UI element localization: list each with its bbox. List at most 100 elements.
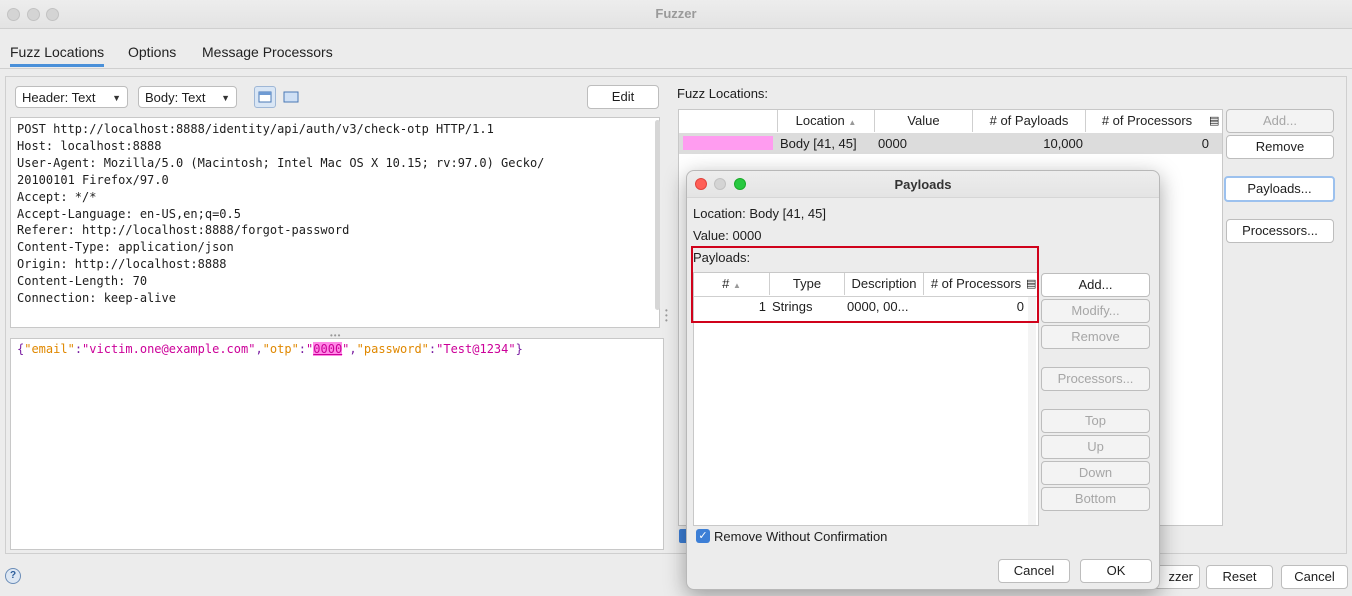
column-header-value[interactable]: Value <box>875 110 973 132</box>
column-menu-icon[interactable]: ▤ <box>1026 277 1036 290</box>
add-payload-button[interactable]: Add... <box>1041 273 1150 297</box>
payloads-label: Payloads: <box>693 250 751 265</box>
header-combo-label: Header: Text <box>22 90 96 105</box>
json-colon: : <box>74 342 83 356</box>
remove-without-confirmation-label: Remove Without Confirmation <box>714 529 888 544</box>
tab-options[interactable]: Options <box>128 44 176 60</box>
request-line: 20100101 Firefox/97.0 <box>17 172 169 187</box>
request-header-editor[interactable]: POST http://localhost:8888/identity/api/… <box>10 117 660 328</box>
json-brace: } <box>515 342 523 356</box>
dialog-title-bar: Payloads <box>687 171 1159 198</box>
payloads-button[interactable]: Payloads... <box>1224 176 1335 202</box>
table-row[interactable]: Body [41, 45] 0000 10,000 0 <box>679 133 1222 154</box>
fuzz-location-highlight[interactable]: 0000 <box>313 342 343 356</box>
location-value: Body [41, 45] <box>749 206 827 221</box>
dialog-title: Payloads <box>894 177 952 192</box>
move-down-button[interactable]: Down <box>1041 461 1150 485</box>
tab-fuzz-locations[interactable]: Fuzz Locations <box>10 44 105 67</box>
json-key: "otp" <box>262 342 299 356</box>
vertical-splitter-handle[interactable]: • • • <box>665 307 668 325</box>
json-colon: : <box>298 342 307 356</box>
fuzz-locations-label: Fuzz Locations: <box>677 86 769 101</box>
remove-payload-button[interactable]: Remove <box>1041 325 1150 349</box>
reset-button[interactable]: Reset <box>1206 565 1273 589</box>
dialog-cancel-button[interactable]: Cancel <box>998 559 1070 583</box>
column-header-type[interactable]: Type <box>770 273 845 295</box>
location-label: Location: <box>693 206 746 221</box>
json-comma: , <box>255 342 263 356</box>
table-header: Location ▲ Value # of Payloads # of Proc… <box>679 110 1222 134</box>
cell-number: 1 <box>758 299 766 314</box>
request-line: Content-Length: 70 <box>17 274 148 289</box>
column-menu-icon[interactable]: ▤ <box>1209 114 1219 127</box>
sort-asc-icon: ▲ <box>732 281 741 290</box>
chevron-down-icon: ▼ <box>221 93 230 103</box>
chevron-down-icon: ▼ <box>112 93 121 103</box>
request-line: Referer: http://localhost:8888/forgot-pa… <box>17 223 350 238</box>
column-header-number[interactable]: # ▲ <box>694 273 770 295</box>
table-row[interactable]: 1 Strings 0000, 00... 0 <box>694 296 1038 318</box>
json-value: "Test@1234" <box>436 342 516 356</box>
dialog-ok-button[interactable]: OK <box>1080 559 1152 583</box>
scrollbar[interactable] <box>1028 297 1036 525</box>
column-header-payloads[interactable]: # of Payloads <box>973 110 1086 132</box>
request-line: User-Agent: Mozilla/5.0 (Macintosh; Inte… <box>17 155 545 170</box>
scrollbar[interactable] <box>655 120 660 310</box>
window-title: Fuzzer <box>655 6 697 21</box>
edit-button[interactable]: Edit <box>587 85 659 109</box>
location-processors-button[interactable]: Processors... <box>1226 219 1334 243</box>
json-value: "victim.one@example.com" <box>82 342 256 356</box>
split-horizontal-icon <box>283 91 299 103</box>
remove-without-confirmation-checkbox[interactable]: ✓ <box>696 529 710 543</box>
request-line: POST http://localhost:8888/identity/api/… <box>17 122 494 136</box>
column-header-blank <box>679 110 778 132</box>
cell-processors: 0 <box>1016 299 1024 314</box>
request-line: Accept-Language: en-US,en;q=0.5 <box>17 206 241 221</box>
cell-payloads: 10,000 <box>1043 136 1083 151</box>
column-header-processors[interactable]: # of Processors <box>924 273 1028 295</box>
help-icon[interactable]: ? <box>5 568 21 584</box>
payloads-table[interactable]: # ▲ Type Description # of Processors ▤ 1… <box>693 272 1039 526</box>
location-row: Location: Body [41, 45] <box>693 206 826 221</box>
cancel-button[interactable]: Cancel <box>1281 565 1348 589</box>
body-view-combo[interactable]: Body: Text ▼ <box>138 86 237 108</box>
request-line: Host: localhost:8888 <box>17 138 162 153</box>
request-line: Connection: keep-alive <box>17 291 176 306</box>
request-line: Accept: */* <box>17 189 97 204</box>
cell-type: Strings <box>772 299 813 314</box>
header-view-combo[interactable]: Header: Text ▼ <box>15 86 128 108</box>
move-bottom-button[interactable]: Bottom <box>1041 487 1150 511</box>
cell-processors: 0 <box>1201 136 1209 151</box>
remove-location-button[interactable]: Remove <box>1226 135 1334 159</box>
body-combo-label: Body: Text <box>145 90 206 105</box>
json-key: "password" <box>356 342 429 356</box>
json-comma: , <box>349 342 357 356</box>
move-up-button[interactable]: Up <box>1041 435 1150 459</box>
location-color-swatch <box>683 136 773 150</box>
request-line: Origin: http://localhost:8888 <box>17 257 227 272</box>
tab-message-processors[interactable]: Message Processors <box>202 44 333 60</box>
column-label: # <box>722 276 730 291</box>
table-header: # ▲ Type Description # of Processors ▤ <box>694 273 1038 297</box>
json-key: "email" <box>24 342 75 356</box>
split-horizontal-view-button[interactable] <box>281 86 301 108</box>
value-value: 0000 <box>732 228 762 243</box>
title-bar: Fuzzer <box>0 0 1352 29</box>
request-body-editor[interactable]: {"email":"victim.one@example.com","otp":… <box>10 338 664 550</box>
tab-divider <box>0 68 1352 69</box>
value-label: Value: <box>693 228 729 243</box>
payload-processors-button[interactable]: Processors... <box>1041 367 1150 391</box>
add-location-button[interactable]: Add... <box>1226 109 1334 133</box>
split-vertical-view-button[interactable] <box>254 86 276 108</box>
column-header-description[interactable]: Description <box>845 273 924 295</box>
column-header-location[interactable]: Location ▲ <box>778 110 875 132</box>
modify-payload-button[interactable]: Modify... <box>1041 299 1150 323</box>
cell-value: 0000 <box>878 136 907 151</box>
payloads-dialog: Payloads Location: Body [41, 45] Value: … <box>686 170 1160 590</box>
column-header-processors[interactable]: # of Processors <box>1086 110 1208 132</box>
column-label: Location <box>795 113 845 128</box>
request-line: Content-Type: application/json <box>17 240 234 255</box>
sort-asc-icon: ▲ <box>848 118 857 127</box>
cell-location: Body [41, 45] <box>780 136 857 151</box>
move-top-button[interactable]: Top <box>1041 409 1150 433</box>
